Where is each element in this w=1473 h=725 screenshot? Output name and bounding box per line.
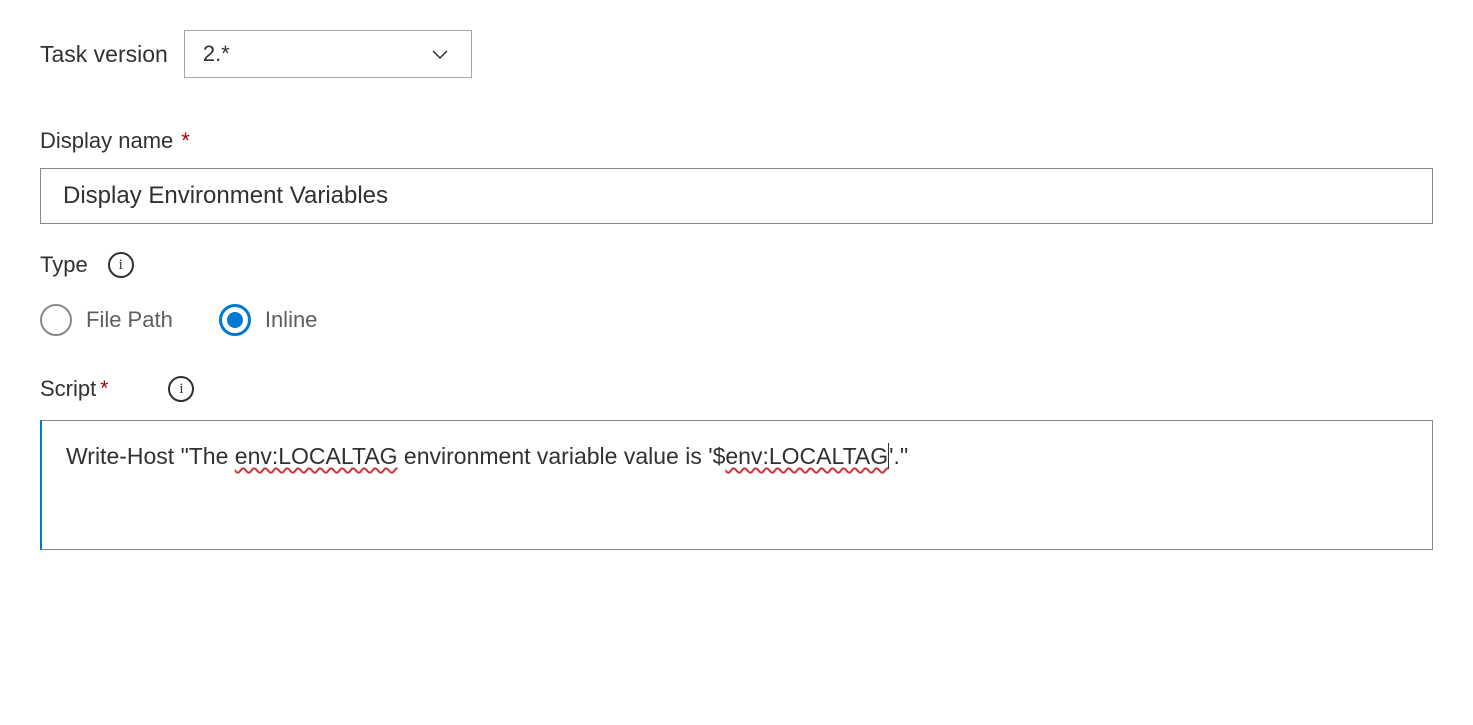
type-label-row: Type i: [40, 252, 1433, 278]
task-version-value: 2.*: [203, 41, 230, 67]
type-section: Type i File Path Inline: [40, 252, 1433, 336]
radio-dot: [227, 312, 243, 328]
info-icon[interactable]: i: [108, 252, 134, 278]
script-textarea[interactable]: Write-Host "The env:LOCALTAG environment…: [40, 420, 1433, 550]
script-spellcheck-word: env:LOCALTAG: [235, 443, 398, 469]
task-version-select[interactable]: 2.*: [184, 30, 472, 78]
script-text-suffix: '.": [889, 443, 908, 469]
display-name-label: Display name: [40, 128, 173, 154]
display-name-input[interactable]: [40, 168, 1433, 224]
radio-circle-selected: [219, 304, 251, 336]
radio-inline[interactable]: Inline: [219, 304, 318, 336]
type-radio-group: File Path Inline: [40, 304, 1433, 336]
script-label-row: Script * i: [40, 376, 1433, 402]
chevron-down-icon: [427, 41, 453, 67]
script-text-middle: environment variable value is '$: [398, 443, 726, 469]
task-version-label: Task version: [40, 41, 168, 68]
task-version-row: Task version 2.*: [40, 30, 1433, 78]
required-asterisk: *: [181, 128, 190, 154]
info-icon[interactable]: i: [168, 376, 194, 402]
type-label: Type: [40, 252, 88, 278]
radio-file-path[interactable]: File Path: [40, 304, 173, 336]
script-spellcheck-word: env:LOCALTAG: [725, 443, 888, 469]
radio-circle-unselected: [40, 304, 72, 336]
radio-inline-label: Inline: [265, 307, 318, 333]
script-section: Script * i Write-Host "The env:LOCALTAG …: [40, 376, 1433, 550]
text-cursor: [888, 443, 889, 469]
display-name-label-row: Display name *: [40, 128, 1433, 154]
required-asterisk: *: [100, 377, 108, 401]
radio-file-path-label: File Path: [86, 307, 173, 333]
display-name-section: Display name *: [40, 128, 1433, 252]
script-text-prefix: Write-Host "The: [66, 443, 235, 469]
script-label: Script: [40, 376, 96, 402]
